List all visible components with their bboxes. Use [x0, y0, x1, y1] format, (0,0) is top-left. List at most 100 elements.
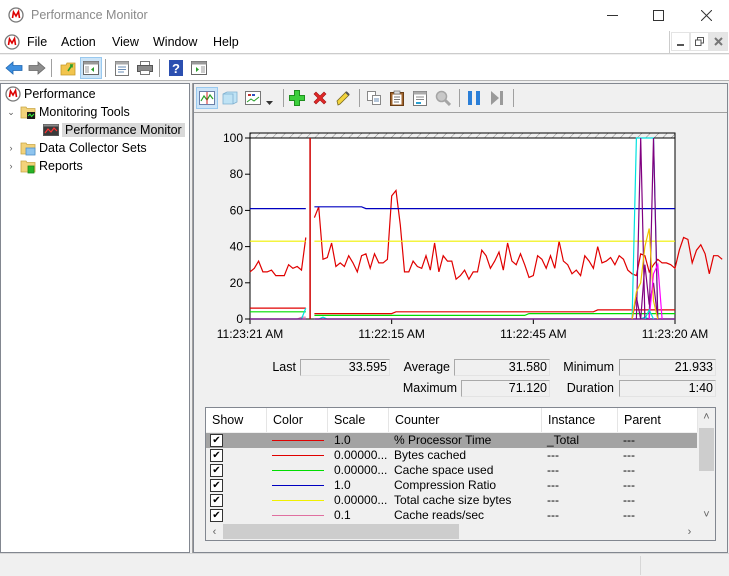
column-header-instance[interactable]: Instance: [542, 408, 618, 432]
show-checkbox[interactable]: ✔: [210, 494, 223, 507]
column-header-color[interactable]: Color: [267, 408, 328, 432]
back-button[interactable]: [3, 57, 25, 79]
counter-row[interactable]: ✔ 0.1 Cache reads/sec --- ---: [206, 508, 697, 523]
column-header-scale[interactable]: Scale: [328, 408, 389, 432]
counter-row[interactable]: ✔ 0.00000... Total cache size bytes --- ---: [206, 493, 697, 508]
performance-icon: [5, 86, 21, 102]
stat-duration-value: 1:40: [619, 380, 716, 397]
print-button[interactable]: [134, 57, 156, 79]
counter-color-swatch: [272, 455, 324, 456]
counter-instance: ---: [547, 448, 559, 462]
menu-file[interactable]: File: [27, 35, 47, 49]
performance-graph[interactable]: 0 20 40 60 80 100 11:23:21 AM 11:22:15 AM 11:22:…: [194, 114, 727, 349]
chevron-right-icon[interactable]: ›: [5, 161, 17, 171]
menu-action[interactable]: Action: [61, 35, 96, 49]
menu-view[interactable]: View: [112, 35, 139, 49]
toolbar-separator: [159, 59, 160, 77]
add-counter-button[interactable]: [286, 87, 308, 109]
scroll-up-icon[interactable]: ˄: [698, 408, 715, 425]
mdi-restore-button[interactable]: [690, 32, 709, 51]
vertical-scrollbar[interactable]: ˄ ˅: [698, 408, 715, 523]
view-log-data-button[interactable]: [219, 87, 241, 109]
tree-item-reports[interactable]: › Reports: [5, 157, 83, 175]
mdi-minimize-button[interactable]: [671, 32, 690, 51]
change-graph-type-button[interactable]: [242, 87, 264, 109]
counter-scale: 1.0: [334, 433, 351, 447]
tree-item-data-collector-sets[interactable]: › Data Collector Sets: [5, 139, 147, 157]
scroll-down-icon[interactable]: ˅: [698, 506, 715, 523]
show-hide-action-pane-button[interactable]: [188, 57, 210, 79]
maximize-icon: [652, 10, 664, 21]
column-header-show[interactable]: Show: [206, 408, 267, 432]
forward-button[interactable]: [26, 57, 48, 79]
console-tree-icon: [83, 61, 99, 75]
zoom-button[interactable]: [432, 87, 454, 109]
tree-item-performance-monitor[interactable]: Performance Monitor: [43, 121, 185, 139]
scrollbar-thumb[interactable]: [223, 524, 459, 539]
y-tick-label: 100: [223, 131, 243, 145]
scroll-left-icon[interactable]: ‹: [206, 523, 223, 540]
dropdown-arrow-icon: [266, 101, 273, 105]
show-hide-console-tree-button[interactable]: [80, 57, 102, 79]
counter-row[interactable]: ✔ 1.0 % Processor Time _Total ---: [206, 433, 697, 448]
scrollbar-thumb[interactable]: [699, 428, 714, 471]
menu-bar: File Action View Window Help: [0, 31, 729, 54]
view-current-activity-button[interactable]: [196, 87, 218, 109]
mdi-close-button[interactable]: [709, 32, 728, 51]
horizontal-scrollbar[interactable]: ‹ ›: [206, 523, 698, 540]
show-checkbox[interactable]: ✔: [210, 449, 223, 462]
chevron-down-icon[interactable]: ⌄: [5, 107, 17, 118]
clipboard-icon: [390, 90, 404, 106]
counter-parent: ---: [623, 478, 635, 492]
properties-icon: [413, 90, 427, 106]
counter-row[interactable]: ✔ 0.00000... Cache space used --- ---: [206, 463, 697, 478]
menu-help[interactable]: Help: [213, 35, 239, 49]
y-tick-label: 80: [230, 167, 244, 181]
stat-last-label: Last: [272, 360, 296, 374]
graph-type-dropdown[interactable]: [265, 95, 274, 105]
pause-icon: [468, 91, 480, 105]
stat-average-value: 31.580: [454, 359, 550, 376]
back-arrow-icon: [5, 61, 23, 75]
show-checkbox[interactable]: ✔: [210, 464, 223, 477]
up-one-level-button[interactable]: [57, 57, 79, 79]
show-checkbox[interactable]: ✔: [210, 434, 223, 447]
system-menu-icon[interactable]: [4, 34, 20, 50]
minimize-icon: [606, 15, 618, 16]
delete-counter-button[interactable]: [309, 87, 331, 109]
copy-properties-button[interactable]: [363, 87, 385, 109]
tree-item-label: Monitoring Tools: [39, 105, 130, 119]
properties-button[interactable]: [409, 87, 431, 109]
counter-name: Bytes cached: [394, 448, 467, 462]
chevron-right-icon[interactable]: ›: [5, 143, 17, 153]
folder-up-icon: [60, 62, 76, 76]
show-checkbox[interactable]: ✔: [210, 479, 223, 492]
tree-item-monitoring-tools[interactable]: ⌄ Monitoring Tools: [5, 103, 130, 121]
counter-scale: 1.0: [334, 478, 351, 492]
tree-item-performance[interactable]: Performance: [5, 85, 96, 103]
paste-counter-list-button[interactable]: [386, 87, 408, 109]
counter-row[interactable]: ✔ 0.00000... Bytes cached --- ---: [206, 448, 697, 463]
counter-instance: ---: [547, 463, 559, 477]
maximize-button[interactable]: [635, 0, 681, 31]
stat-minimum-value: 21.933: [619, 359, 716, 376]
minimize-button[interactable]: [589, 0, 635, 31]
update-data-button[interactable]: [486, 87, 508, 109]
counter-scale: 0.00000...: [334, 493, 388, 507]
counter-row[interactable]: ✔ 1.0 Compression Ratio --- ---: [206, 478, 697, 493]
column-header-counter[interactable]: Counter: [389, 408, 542, 432]
y-tick-label: 60: [230, 203, 244, 217]
properties-button[interactable]: [111, 57, 133, 79]
column-header-parent[interactable]: Parent: [618, 408, 698, 432]
close-button[interactable]: [683, 0, 729, 31]
data-collector-folder-icon: [20, 142, 36, 156]
status-bar: [0, 553, 729, 576]
scroll-right-icon[interactable]: ›: [681, 523, 698, 540]
menu-window[interactable]: Window: [153, 35, 197, 49]
freeze-display-button[interactable]: [463, 87, 485, 109]
mdi-divider: [669, 31, 670, 54]
show-checkbox[interactable]: ✔: [210, 509, 223, 522]
highlight-button[interactable]: [332, 87, 354, 109]
x-tick-label: 11:22:45 AM: [500, 327, 567, 341]
help-button[interactable]: ?: [165, 57, 187, 79]
